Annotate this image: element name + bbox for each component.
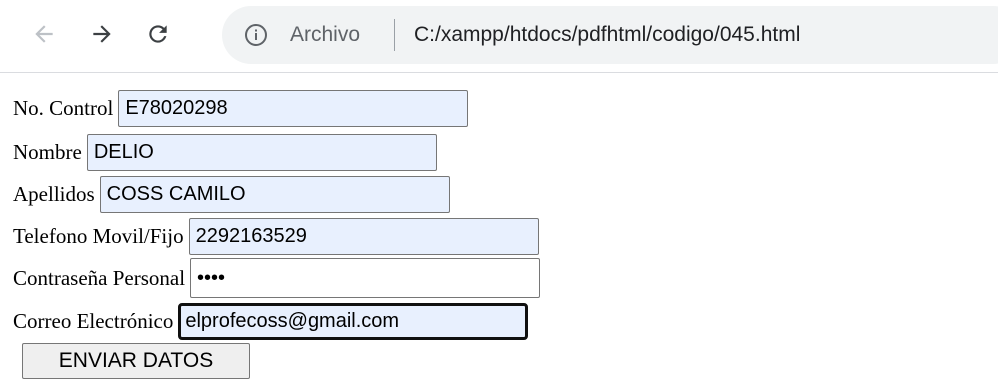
telefono-input[interactable] <box>188 217 539 255</box>
form-row-apellidos: Apellidos <box>13 173 450 215</box>
apellidos-input[interactable] <box>99 175 450 213</box>
email-input[interactable] <box>178 302 529 340</box>
control-label: No. Control <box>13 95 114 120</box>
email-label: Correo Electrónico <box>13 308 174 333</box>
submit-button[interactable]: ENVIAR DATOS <box>22 343 250 379</box>
form-row-control: No. Control <box>13 87 469 129</box>
password-label: Contraseña Personal <box>13 265 186 290</box>
form-row-nombre: Nombre <box>13 131 437 173</box>
apellidos-label: Apellidos <box>13 181 95 206</box>
password-input[interactable] <box>190 258 541 298</box>
student-form: No. Control Nombre Apellidos Telefono Mo… <box>0 0 998 379</box>
form-row-password: Contraseña Personal <box>13 257 541 299</box>
nombre-input[interactable] <box>86 133 437 171</box>
form-row-email: Correo Electrónico <box>13 300 529 342</box>
control-number-input[interactable] <box>118 89 469 127</box>
form-row-telefono: Telefono Movil/Fijo <box>13 215 539 257</box>
telefono-label: Telefono Movil/Fijo <box>13 223 184 248</box>
nombre-label: Nombre <box>13 139 82 164</box>
